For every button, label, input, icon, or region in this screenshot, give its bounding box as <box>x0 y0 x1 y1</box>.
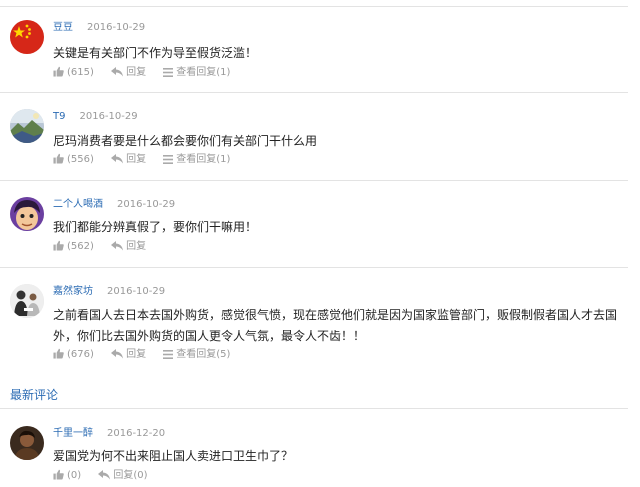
reply-arrow-icon <box>111 154 124 164</box>
comment-date: 2016-10-29 <box>117 199 176 210</box>
comment-date: 2016-10-29 <box>79 111 138 122</box>
reply-label: 回复 <box>126 241 147 252</box>
cartoon-face-icon[interactable] <box>10 197 44 231</box>
comment-text: 尼玛消费者要是什么都会要你们有关部门干什么用 <box>53 134 318 148</box>
comment-date: 2016-10-29 <box>87 22 146 33</box>
comment-date: 2016-10-29 <box>107 286 166 297</box>
comment-text: 关键是有关部门不作为导至假货泛滥！ <box>53 46 258 60</box>
comment-divider <box>0 92 628 93</box>
comment-date: 2016-12-20 <box>107 428 166 439</box>
like-count: (556) <box>67 154 94 165</box>
reply-button[interactable]: 回复 <box>111 240 146 254</box>
comment-username[interactable]: 豆豆 <box>53 22 73 33</box>
reply-button[interactable]: 回复 <box>111 66 146 80</box>
like-count: (676) <box>67 349 94 360</box>
thumbs-up-icon <box>53 66 64 77</box>
comment-username[interactable]: T9 <box>53 111 65 122</box>
reply-button[interactable]: 回复 <box>111 348 146 362</box>
thumbs-up-icon <box>53 348 64 359</box>
comment-actions: (615) 回复 查看回复(1) <box>53 66 244 80</box>
reply-label: 回复 <box>126 154 147 165</box>
view-replies-button[interactable]: 查看回复(1) <box>163 66 230 80</box>
latest-comments-heading: 最新评论 <box>10 388 59 402</box>
comment-meta: 千里一醉 2016-12-20 <box>53 427 165 441</box>
like-button[interactable]: (562) <box>53 240 94 254</box>
comment-text: 之前看国人去日本去国外购货，感觉很气愤，现在感觉他们就是因为国家监管部门，贩假制… <box>53 308 618 343</box>
section-divider <box>0 408 628 409</box>
like-button[interactable]: (615) <box>53 66 94 80</box>
comment-actions: (676) 回复 查看回复(5) <box>53 348 244 362</box>
comment-actions: (0) 回复(0) <box>53 469 162 483</box>
reply-arrow-icon <box>111 241 124 251</box>
like-button[interactable]: (0) <box>53 469 81 483</box>
people-photo-icon[interactable] <box>10 284 44 318</box>
view-replies-label: 查看回复(1) <box>176 67 231 78</box>
top-divider <box>0 6 628 7</box>
comment-username[interactable]: 嘉然家坊 <box>53 286 93 297</box>
comment-meta: 嘉然家坊 2016-10-29 <box>53 285 165 299</box>
list-icon <box>163 155 174 164</box>
thumbs-up-icon <box>53 469 64 480</box>
view-replies-button[interactable]: 查看回复(5) <box>163 348 230 362</box>
list-icon <box>163 350 174 359</box>
comment-item: 嘉然家坊 2016-10-29 之前看国人去日本去国外购货，感觉很气愤，现在感觉他… <box>0 284 628 371</box>
comment-username[interactable]: 千里一醉 <box>53 428 93 439</box>
view-replies-button[interactable]: 查看回复(1) <box>163 153 230 167</box>
like-count: (562) <box>67 241 94 252</box>
landscape-icon[interactable] <box>10 109 44 143</box>
comment-username[interactable]: 二个人喝酒 <box>53 199 103 210</box>
comment-divider <box>0 180 628 181</box>
comment-meta: 二个人喝酒 2016-10-29 <box>53 198 175 212</box>
reply-button[interactable]: 回复 <box>111 153 146 167</box>
thumbs-up-icon <box>53 153 64 164</box>
comment-text: 爱国党为何不出来阻止国人卖进口卫生巾了？ <box>53 449 294 463</box>
comment-actions: (562) 回复 <box>53 240 160 254</box>
comment-divider <box>0 267 628 268</box>
china-flag-icon[interactable] <box>10 20 44 54</box>
comment-actions: (556) 回复 查看回复(1) <box>53 153 244 167</box>
dark-portrait-icon[interactable] <box>10 426 44 460</box>
view-replies-label: 查看回复(5) <box>176 349 231 360</box>
like-count: (615) <box>67 67 94 78</box>
reply-arrow-icon <box>111 67 124 77</box>
comment-item: 千里一醉 2016-12-20 爱国党为何不出来阻止国人卖进口卫生巾了？ (0) … <box>0 426 628 486</box>
reply-arrow-icon <box>98 470 111 480</box>
comment-text: 我们都能分辨真假了，要你们干嘛用！ <box>53 220 258 234</box>
reply-label: 回复 <box>126 349 147 360</box>
like-count: (0) <box>67 470 82 481</box>
reply-label: 回复(0) <box>113 470 148 481</box>
thumbs-up-icon <box>53 240 64 251</box>
reply-arrow-icon <box>111 349 124 359</box>
comment-item: T9 2016-10-29 尼玛消费者要是什么都会要你们有关部门干什么用 (556… <box>0 109 628 181</box>
list-icon <box>163 68 174 77</box>
comment-meta: T9 2016-10-29 <box>53 110 138 124</box>
reply-label: 回复 <box>126 67 147 78</box>
like-button[interactable]: (556) <box>53 153 94 167</box>
comment-meta: 豆豆 2016-10-29 <box>53 21 145 35</box>
comment-item: 二个人喝酒 2016-10-29 我们都能分辨真假了，要你们干嘛用！ (562) … <box>0 197 628 268</box>
like-button[interactable]: (676) <box>53 348 94 362</box>
view-replies-label: 查看回复(1) <box>176 154 231 165</box>
reply-button[interactable]: 回复(0) <box>98 469 148 483</box>
comment-item: 豆豆 2016-10-29 关键是有关部门不作为导至假货泛滥！ (615) 回复 … <box>0 20 628 93</box>
